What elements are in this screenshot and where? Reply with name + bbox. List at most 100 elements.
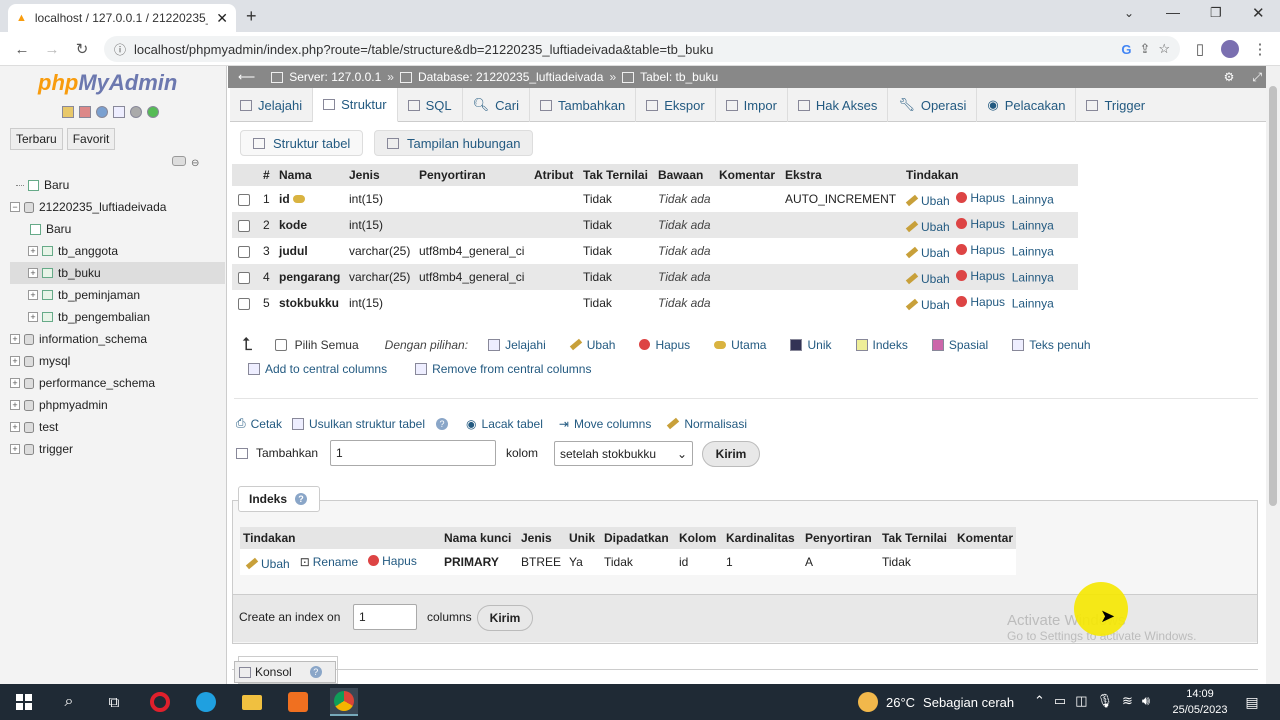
help-icon[interactable] — [96, 106, 108, 118]
drop-button[interactable]: Hapus — [956, 269, 1005, 283]
xampp-icon[interactable] — [284, 688, 312, 716]
minimize-button[interactable]: — — [1166, 4, 1180, 20]
expand-icon[interactable]: + — [10, 400, 20, 410]
file-explorer-icon[interactable] — [238, 688, 266, 716]
collapse-all-icon[interactable] — [172, 156, 186, 166]
tree-item-tb-pengembalian[interactable]: + tb_pengembalian — [10, 306, 225, 328]
back-icon[interactable]: ← — [8, 32, 36, 66]
bulk-index-button[interactable]: Indeks — [855, 338, 908, 352]
chrome-icon[interactable] — [330, 688, 358, 716]
tab-operations[interactable]: 🔧︎ Operasi — [888, 88, 978, 122]
drop-button[interactable]: Hapus — [956, 191, 1005, 205]
weather-widget[interactable]: 26°C Sebagian cerah — [858, 692, 1014, 712]
select-all-checkbox[interactable] — [274, 338, 287, 351]
collapse-nav-icon[interactable]: ⟵ — [238, 70, 255, 84]
opera-icon[interactable] — [146, 688, 174, 716]
tab-export[interactable]: Ekspor — [636, 88, 716, 122]
maximize-panel-icon[interactable]: ⤢ — [1252, 70, 1262, 85]
browser-tab[interactable]: ▲ localhost / 127.0.0.1 / 21220235_ ✕ — [8, 4, 236, 32]
edge-icon[interactable] — [192, 688, 220, 716]
link-with-main-icon[interactable]: ⊖ — [191, 158, 199, 169]
tree-item-tb-buku[interactable]: + tb_buku — [10, 262, 225, 284]
more-button[interactable]: Lainnya — [1012, 244, 1054, 258]
share-icon[interactable]: ⇪ — [1139, 41, 1150, 57]
breadcrumb-table[interactable]: Tabel: tb_buku — [640, 70, 718, 84]
tab-privileges[interactable]: Hak Akses — [788, 88, 889, 122]
edit-button[interactable]: Ubah — [905, 246, 950, 260]
bulk-fulltext-button[interactable]: Teks penuh — [1012, 338, 1091, 352]
docs-icon[interactable] — [113, 106, 125, 118]
expand-icon[interactable]: + — [10, 422, 20, 432]
tree-item-tb-anggota[interactable]: + tb_anggota — [10, 240, 225, 262]
tree-item-information-schema[interactable]: + information_schema — [10, 328, 225, 350]
bulk-primary-button[interactable]: Utama — [714, 338, 766, 352]
meet-now-icon[interactable]: ◫ — [1075, 693, 1087, 709]
tree-item-phpmyadmin[interactable]: + phpmyadmin — [10, 394, 225, 416]
bulk-browse-button[interactable]: Jelajahi — [488, 338, 546, 352]
bookmark-star-icon[interactable]: ☆ — [1158, 41, 1170, 57]
clock[interactable]: 14:09 25/05/2023 — [1168, 686, 1232, 718]
tab-import[interactable]: Impor — [716, 88, 788, 122]
task-view-icon[interactable]: ⧉ — [100, 688, 128, 716]
tree-item-test[interactable]: + test — [10, 416, 225, 438]
maximize-button[interactable]: ❐ — [1210, 5, 1222, 21]
phpmyadmin-logo[interactable]: phpMyAdmin — [38, 70, 177, 96]
notifications-icon[interactable]: ▤ — [1238, 688, 1266, 716]
page-settings-icon[interactable]: ⚙ — [1224, 70, 1235, 84]
tab-sql[interactable]: SQL — [398, 88, 463, 122]
expand-icon[interactable]: + — [28, 246, 38, 256]
console-toggle[interactable]: Konsol? — [234, 661, 336, 683]
index-rename-button[interactable]: ⊡ Rename — [300, 555, 358, 569]
address-bar[interactable]: ⓘ localhost/phpmyadmin/index.php?route=/… — [104, 36, 1180, 62]
expand-icon[interactable]: + — [28, 268, 38, 278]
tab-recent[interactable]: Terbaru — [10, 128, 63, 150]
help-icon[interactable]: ? — [295, 493, 308, 505]
tab-search-icon[interactable]: ⌄ — [1124, 6, 1134, 20]
expand-icon[interactable]: + — [10, 356, 20, 366]
expand-icon[interactable]: + — [10, 444, 20, 454]
browser-menu-icon[interactable]: ⋮ — [1246, 32, 1274, 66]
edit-button[interactable]: Ubah — [905, 220, 950, 234]
row-checkbox[interactable] — [238, 219, 250, 232]
edit-button[interactable]: Ubah — [905, 272, 950, 286]
home-icon[interactable] — [62, 106, 74, 118]
google-icon[interactable]: G — [1121, 42, 1131, 57]
tree-item-tb-peminjaman[interactable]: + tb_peminjaman — [10, 284, 225, 306]
normalize-button[interactable]: Normalisasi — [667, 417, 747, 431]
reload-nav-icon[interactable] — [147, 106, 159, 118]
subtab-relation-view[interactable]: Tampilan hubungan — [374, 130, 534, 156]
edit-button[interactable]: Ubah — [905, 298, 950, 312]
propose-structure-button[interactable]: Usulkan struktur tabel? — [291, 417, 449, 431]
more-button[interactable]: Lainnya — [1012, 296, 1054, 310]
subtab-table-structure[interactable]: Struktur tabel — [240, 130, 364, 156]
add-central-columns-button[interactable]: Add to central columns — [248, 362, 387, 376]
breadcrumb-server[interactable]: Server: 127.0.0.1 — [289, 70, 381, 84]
help-icon[interactable]: ? — [309, 666, 322, 678]
create-index-count-input[interactable]: 1 — [353, 604, 417, 630]
breadcrumb-database[interactable]: Database: 21220235_luftiadeivada — [418, 70, 603, 84]
bulk-unique-button[interactable]: Unik — [790, 338, 832, 352]
settings-gear-icon[interactable] — [130, 106, 142, 118]
volume-icon[interactable]: 🔊︎ — [1142, 693, 1150, 709]
windows-start-icon[interactable] — [10, 688, 38, 716]
battery-icon[interactable]: ▭ — [1054, 693, 1066, 709]
help-icon[interactable]: ? — [436, 417, 449, 430]
more-button[interactable]: Lainnya — [1012, 192, 1054, 206]
bulk-spatial-button[interactable]: Spasial — [931, 338, 988, 352]
forward-icon[interactable]: → — [38, 32, 66, 66]
collapse-icon[interactable]: − — [10, 202, 20, 212]
bulk-edit-button[interactable]: Ubah — [569, 338, 615, 352]
tab-favorites[interactable]: Favorit — [66, 128, 116, 150]
expand-icon[interactable]: + — [28, 312, 38, 322]
edit-button[interactable]: Ubah — [905, 194, 950, 208]
tree-item-new[interactable]: Baru — [10, 174, 225, 196]
row-checkbox[interactable] — [238, 297, 250, 310]
tab-tracking[interactable]: ◉ Pelacakan — [977, 88, 1077, 122]
create-index-submit-button[interactable]: Kirim — [477, 605, 533, 631]
remove-central-columns-button[interactable]: Remove from central columns — [415, 362, 591, 376]
tab-triggers[interactable]: Trigger — [1076, 88, 1155, 122]
search-icon[interactable]: ⌕ — [55, 688, 83, 716]
more-button[interactable]: Lainnya — [1012, 218, 1054, 232]
expand-icon[interactable]: + — [10, 334, 20, 344]
select-all-label[interactable]: Pilih Semua — [295, 338, 359, 352]
